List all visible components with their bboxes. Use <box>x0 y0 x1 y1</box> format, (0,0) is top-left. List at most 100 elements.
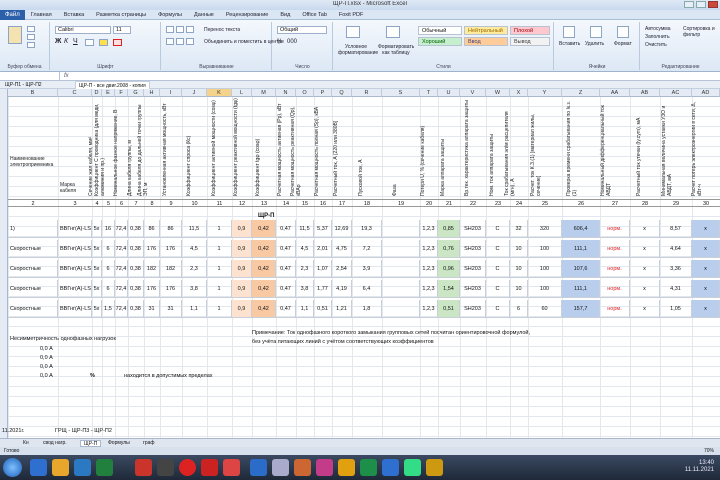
cell-k1[interactable]: 1 <box>207 280 232 298</box>
cell-tg2[interactable]: 0,47 <box>276 220 296 238</box>
column-header-V[interactable]: V <box>460 89 486 97</box>
cell-name[interactable]: Скоростные <box>8 260 58 278</box>
cell-section[interactable]: 5х <box>92 220 102 238</box>
percent-button[interactable]: % <box>277 39 282 45</box>
column-header-G[interactable]: G <box>128 89 144 97</box>
cell-char[interactable]: С <box>486 220 510 238</box>
cell-len1[interactable]: 0,38 <box>128 260 144 278</box>
column-header-W[interactable]: W <box>486 89 510 97</box>
excel-icon[interactable] <box>96 459 113 476</box>
cell-cos[interactable]: 0,9 <box>232 260 252 278</box>
column-header-O[interactable]: O <box>296 89 314 97</box>
align-middle-icon[interactable] <box>176 26 184 33</box>
column-header-M[interactable]: M <box>252 89 276 97</box>
app-icon-2[interactable] <box>404 459 421 476</box>
column-header-S[interactable]: S <box>382 89 420 97</box>
cell-ustav[interactable]: х <box>692 240 720 258</box>
cell-ustav[interactable]: х <box>692 220 720 238</box>
column-header-Y[interactable]: Y <box>528 89 562 97</box>
cell-pp[interactable]: 2,3 <box>296 260 314 278</box>
fill-color-icon[interactable] <box>99 39 108 46</box>
cell-ip[interactable]: 19,3 <box>352 220 382 238</box>
conditional-format-icon[interactable] <box>346 26 360 38</box>
app-icon-3[interactable] <box>426 459 443 476</box>
app-icon[interactable] <box>157 459 174 476</box>
cell-len1[interactable]: 0,38 <box>128 300 144 318</box>
close-button[interactable] <box>708 1 718 8</box>
cell-imag[interactable]: 60 <box>528 300 562 318</box>
format-table-icon[interactable] <box>386 26 400 38</box>
cell-sp[interactable]: 4,75 <box>332 240 352 258</box>
cut-icon[interactable] <box>27 26 35 32</box>
align-center-icon[interactable] <box>176 38 184 45</box>
cell-p[interactable]: 182 <box>160 260 182 278</box>
cell-section[interactable]: 5х <box>92 260 102 278</box>
cell-p[interactable]: 176 <box>160 280 182 298</box>
cell-du[interactable]: 0,51 <box>438 300 460 318</box>
cell-check[interactable]: норм. <box>600 240 630 258</box>
yandex-icon-2[interactable] <box>223 459 240 476</box>
cell-ip[interactable]: 6,4 <box>352 280 382 298</box>
tab-view[interactable]: Вид <box>274 12 296 18</box>
cell-section[interactable]: 5х <box>92 240 102 258</box>
cell-idiff[interactable]: х <box>630 300 660 318</box>
cell-tg[interactable]: 0,42 <box>252 300 276 318</box>
column-header-K[interactable]: K <box>207 89 232 97</box>
sheet-tab-3[interactable]: ЩР-П <box>80 440 102 447</box>
graphics-icon[interactable] <box>316 459 333 476</box>
style-good[interactable]: Хороший <box>418 37 462 46</box>
underline-button[interactable]: Ч <box>73 38 78 45</box>
cell-cable[interactable]: ВВГнг(A)-LS <box>58 300 92 318</box>
merge-center-button[interactable]: Объединить и поместить в центре <box>204 39 284 45</box>
column-header-AC[interactable]: AC <box>660 89 692 97</box>
cell-sp[interactable]: 2,54 <box>332 260 352 278</box>
bold-button[interactable]: Ж <box>55 38 61 45</box>
font-color-icon[interactable] <box>113 39 122 46</box>
style-input[interactable]: Ввод <box>464 37 508 46</box>
cell-len2[interactable]: 31 <box>144 300 160 318</box>
cell-len2[interactable]: 176 <box>144 240 160 258</box>
cell-kc[interactable]: 1,1 <box>182 300 207 318</box>
tab-page-layout[interactable]: Разметка страницы <box>90 12 152 18</box>
cell-imag[interactable]: 100 <box>528 240 562 258</box>
insert-cells-icon[interactable] <box>563 26 575 38</box>
cell-phase[interactable]: 1,2,3 <box>420 280 438 298</box>
cell-char[interactable]: С <box>486 280 510 298</box>
column-header-AB[interactable]: AB <box>630 89 660 97</box>
cell-imag[interactable]: 100 <box>528 280 562 298</box>
cell-tg2[interactable]: 0,47 <box>276 300 296 318</box>
font-size-select[interactable]: 11 <box>113 26 131 34</box>
cell-phase[interactable]: 1,2,3 <box>420 220 438 238</box>
cell-inom[interactable]: 10 <box>510 280 528 298</box>
cell-c[interactable]: 6 <box>102 260 115 278</box>
align-right-icon[interactable] <box>186 38 194 45</box>
sort-filter-button[interactable]: Сортировка и фильтр <box>683 26 717 38</box>
cell-len1[interactable]: 0,38 <box>128 240 144 258</box>
cell-cable[interactable]: ВВГнг(A)-LS <box>58 260 92 278</box>
cell-p[interactable]: 86 <box>160 220 182 238</box>
cell-ip[interactable]: 7,2 <box>352 240 382 258</box>
format-painter-icon[interactable] <box>27 42 35 48</box>
notepad-icon[interactable] <box>272 459 289 476</box>
align-left-icon[interactable] <box>166 38 174 45</box>
zoom-level[interactable]: 70% <box>704 447 714 455</box>
column-header-B[interactable]: B <box>8 89 58 97</box>
cell-ileak[interactable]: 1,05 <box>660 300 692 318</box>
cell-tg[interactable]: 0,42 <box>252 220 276 238</box>
tab-foxit-pdf[interactable]: Foxit PDF <box>333 12 369 18</box>
align-top-icon[interactable] <box>166 26 174 33</box>
cell-istart[interactable] <box>382 220 420 238</box>
fill-button[interactable]: Заполнить <box>645 34 670 40</box>
cell-inom[interactable]: 32 <box>510 220 528 238</box>
cell-name[interactable]: Скоростные <box>8 280 58 298</box>
cell-p[interactable]: 176 <box>160 240 182 258</box>
cell-tg2[interactable]: 0,47 <box>276 260 296 278</box>
cell-u[interactable]: 72,4 <box>115 280 128 298</box>
column-header-X[interactable]: X <box>510 89 528 97</box>
column-header-T[interactable]: T <box>420 89 438 97</box>
cell-idiff[interactable]: х <box>630 260 660 278</box>
cell-k1[interactable]: 1 <box>207 240 232 258</box>
style-neutral[interactable]: Нейтральный <box>464 26 508 35</box>
cell-pp[interactable]: 11,5 <box>296 220 314 238</box>
cell-ustav[interactable]: х <box>692 260 720 278</box>
